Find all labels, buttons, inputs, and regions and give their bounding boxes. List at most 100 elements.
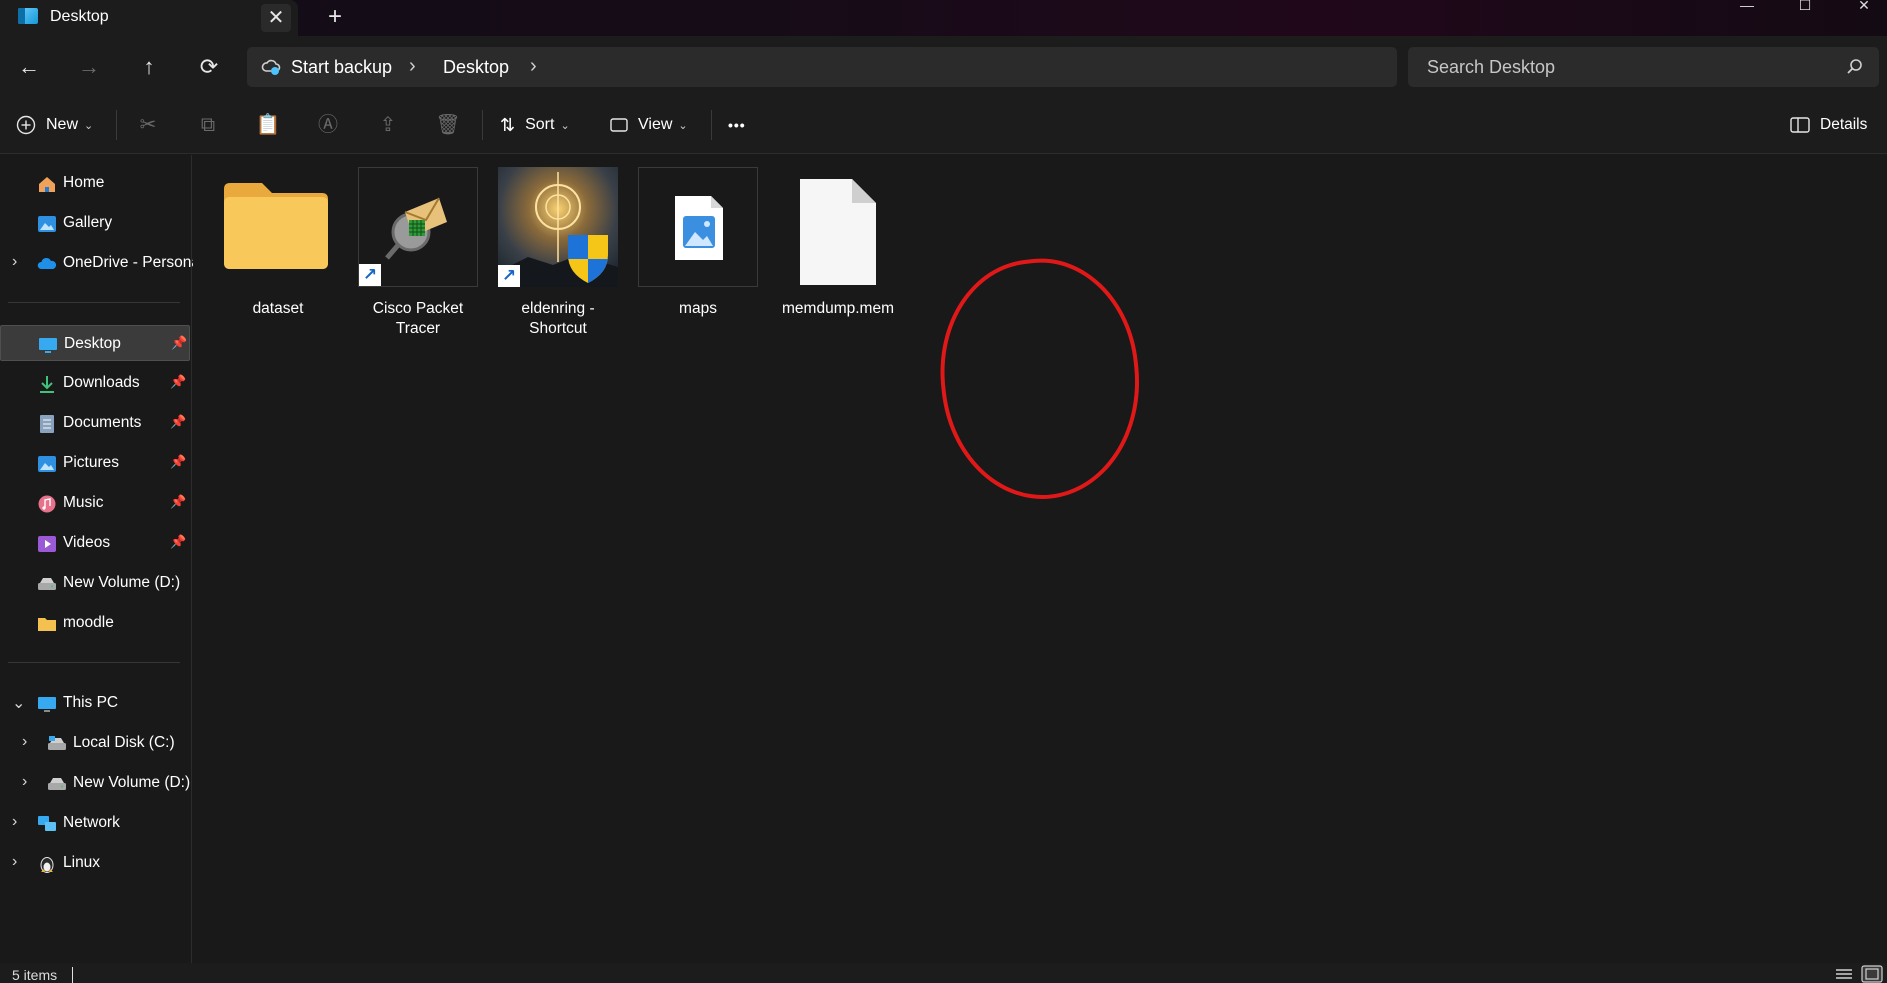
onedrive-icon [37,257,57,269]
sidebar-item-label: New Volume (D:) [73,774,191,791]
delete-icon[interactable]: 🗑 [435,112,461,138]
details-pane-icon [1790,117,1810,133]
chevron-down-icon: ⌄ [84,119,94,132]
gallery-icon [38,216,56,232]
home-icon [39,177,55,192]
cut-icon[interactable]: ✂ [135,112,161,138]
file-item-maps[interactable]: maps [638,167,758,337]
sort-icon: ⇅ [500,114,516,135]
red-highlight-circle [928,249,1152,509]
breadcrumb-desktop[interactable]: Desktop [443,57,509,78]
back-button[interactable]: ← [12,50,46,84]
status-bar: 5 items [0,963,1887,983]
expand-chevron-icon[interactable]: › [12,813,17,831]
sidebar-item-downloads[interactable]: Downloads 📌 [0,365,190,401]
sidebar-item-onedrive[interactable]: › OneDrive - Persona [0,245,200,281]
new-tab-button[interactable]: + [320,2,350,32]
file-name: dataset [252,300,304,317]
pin-icon[interactable]: 📌 [170,414,186,430]
details-label: Details [1820,116,1868,133]
view-button[interactable]: View ⌄ [610,108,688,142]
expand-chevron-icon[interactable]: › [22,733,27,751]
share-icon[interactable]: ⇪ [375,112,401,138]
sidebar-item-pictures[interactable]: Pictures 📌 [0,445,190,481]
pin-icon[interactable]: 📌 [170,454,186,470]
details-view-icon[interactable] [1833,965,1855,983]
file-name: memdump.mem [782,300,894,317]
tab-desktop[interactable]: Desktop ✕ [0,0,298,36]
file-item-memdump[interactable]: memdump.mem [778,167,898,337]
sidebar-item-label: moodle [63,614,114,631]
large-icons-view-icon[interactable] [1861,965,1883,983]
pc-icon [38,697,56,712]
more-options-button[interactable]: ••• [728,108,746,142]
forward-button[interactable]: → [72,50,106,84]
navigation-bar: ← → ↑ ⟳ Start backup › Desktop › Search … [0,36,1887,96]
maximize-button[interactable]: ☐ [1782,0,1828,14]
sidebar-item-home[interactable]: Home [0,165,190,201]
search-input[interactable]: Search Desktop [1408,47,1879,87]
sidebar-item-music[interactable]: Music 📌 [0,485,190,521]
breadcrumb-start-backup[interactable]: Start backup [291,57,392,78]
pin-icon[interactable]: 📌 [171,335,187,351]
collapse-chevron-icon[interactable]: ⌄ [12,693,25,713]
breadcrumb-separator[interactable]: › [409,55,416,78]
details-button[interactable]: Details [1790,108,1867,142]
search-icon [1847,59,1862,74]
sort-button[interactable]: ⇅ Sort ⌄ [500,108,570,142]
sidebar-item-documents[interactable]: Documents 📌 [0,405,190,441]
sidebar-item-new-volume-d[interactable]: New Volume (D:) [0,565,190,601]
file-thumbnail [638,167,758,287]
minimize-button[interactable]: — [1724,0,1770,14]
file-item-cisco-packet-tracer[interactable]: ↗ Cisco Packet Tracer [358,167,478,337]
sidebar-item-label: Videos [63,534,111,551]
file-name: Cisco Packet Tracer [372,300,464,337]
sidebar-item-label: Home [63,174,105,191]
copy-icon[interactable]: ⧉ [195,112,221,138]
paste-icon[interactable]: 📋 [255,112,281,138]
sidebar-item-label: Music [63,494,104,511]
shortcut-arrow-icon: ↗ [498,265,520,287]
videos-icon [38,536,56,552]
file-list-area[interactable]: dataset ↗ Cisco Packet Tracer ↗ eldenrin… [193,155,1887,963]
tab-close-button[interactable]: ✕ [261,4,291,32]
sidebar-item-gallery[interactable]: Gallery [0,205,190,241]
sidebar-item-moodle[interactable]: moodle [0,605,190,641]
shortcut-arrow-icon: ↗ [359,264,381,286]
new-button[interactable]: New ⌄ [16,108,93,142]
pin-icon[interactable]: 📌 [170,374,186,390]
linux-icon [40,857,54,873]
up-button[interactable]: ↑ [132,50,166,84]
sidebar-item-new-volume-d-tree[interactable]: › New Volume (D:) [0,765,190,801]
chevron-down-icon: ⌄ [560,119,570,132]
sidebar-item-desktop[interactable]: Desktop 📌 [0,325,190,361]
expand-chevron-icon[interactable]: › [22,773,27,791]
file-item-dataset[interactable]: dataset [218,167,338,337]
pin-icon[interactable]: 📌 [170,534,186,550]
title-bar: Desktop ✕ + — ☐ ✕ [0,0,1887,36]
expand-chevron-icon[interactable]: › [12,853,17,871]
sidebar-item-this-pc[interactable]: ⌄ This PC [0,685,190,721]
divider [482,110,483,140]
address-bar[interactable]: Start backup › Desktop › [247,47,1397,87]
pin-icon[interactable]: 📌 [170,494,186,510]
explorer-icon [18,8,38,24]
sidebar-item-label: Documents [63,414,142,431]
sidebar-item-local-disk-c[interactable]: › Local Disk (C:) [0,725,190,761]
file-item-eldenring-shortcut[interactable]: ↗ eldenring - Shortcut [498,167,618,337]
sort-label: Sort [525,116,555,133]
close-window-button[interactable]: ✕ [1841,0,1887,14]
sidebar-item-linux[interactable]: › Linux [0,845,190,881]
refresh-button[interactable]: ⟳ [192,50,226,84]
drive-icon [38,578,56,590]
folder-icon [38,618,56,631]
expand-chevron-icon[interactable]: › [12,253,17,271]
sidebar-item-videos[interactable]: Videos 📌 [0,525,190,561]
documents-icon [40,415,54,433]
sidebar-item-label: OneDrive - Persona [63,254,200,271]
sidebar-item-network[interactable]: › Network [0,805,190,841]
folder-icon [224,183,328,269]
breadcrumb-separator[interactable]: › [530,55,537,78]
drive-icon [48,736,66,750]
rename-icon[interactable]: Ⓐ [315,112,341,138]
